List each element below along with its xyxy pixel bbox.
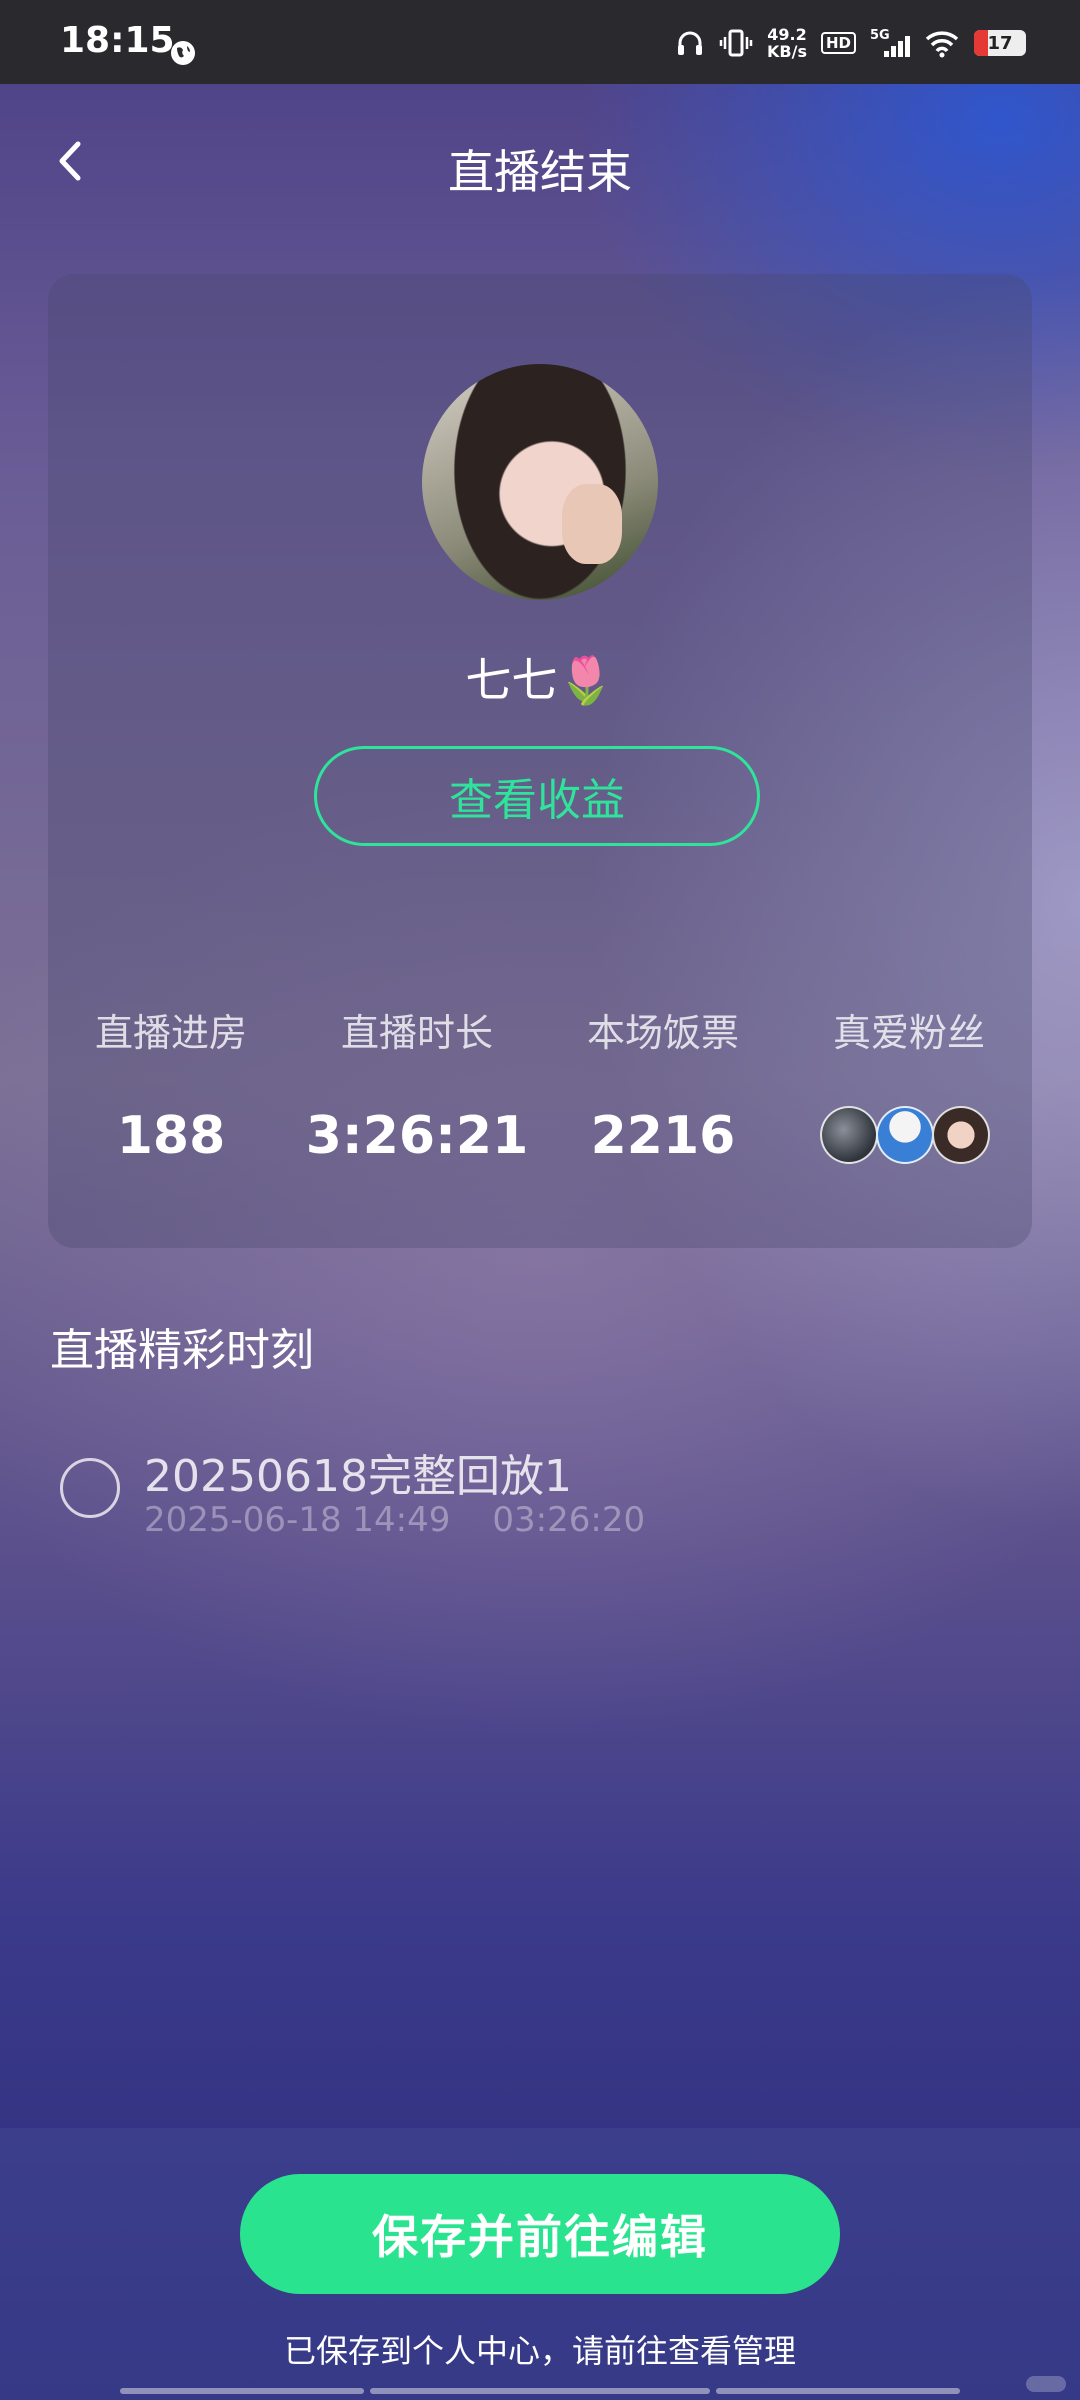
status-icons: 49.2 KB/s HD 5G 17	[675, 26, 1026, 60]
streamer-name: 七七🌷	[465, 653, 615, 707]
stat-value: 188	[116, 1106, 226, 1166]
globe-icon	[171, 41, 195, 65]
clip-title[interactable]: 20250618完整回放1	[144, 1440, 572, 1504]
fan-avatar[interactable]	[820, 1106, 878, 1164]
clip-duration: 03:26:20	[492, 1500, 646, 1540]
status-time: 18:15	[60, 20, 175, 61]
stat-label: 直播进房	[94, 1011, 247, 1055]
clip-select-radio[interactable]	[60, 1458, 120, 1518]
vibrate-icon	[719, 29, 753, 57]
stat-label: 真爱粉丝	[832, 1011, 985, 1055]
network-speed-unit: KB/s	[767, 42, 807, 61]
battery-level: 17	[987, 32, 1013, 54]
stat-label: 直播时长	[340, 1011, 493, 1055]
stat-room-entries: 直播进房	[48, 1002, 294, 1057]
stat-meal-tickets: 本场饭票	[540, 1002, 786, 1057]
stat-top-fans[interactable]: 真爱粉丝	[786, 1002, 1032, 1057]
stat-value: 3:26:21	[305, 1106, 529, 1166]
network-speed-value: 49.2	[767, 25, 807, 44]
fan-avatar[interactable]	[932, 1106, 990, 1164]
stream-summary-card: 七七🌷 查看收益 直播进房 直播时长 本场饭票 真爱粉丝 188 3:26:21…	[48, 274, 1032, 1248]
view-earnings-button[interactable]: 查看收益	[314, 746, 760, 846]
header: 直播结束	[0, 84, 1080, 244]
page-title: 直播结束	[448, 145, 632, 199]
headphones-icon	[678, 31, 703, 55]
save-note: 已保存到个人中心，请前往查看管理	[283, 2332, 796, 2370]
stat-value: 2216	[590, 1106, 736, 1166]
network-type-label: 5G	[870, 28, 890, 43]
signal-icon: 5G	[870, 28, 910, 57]
save-and-edit-button[interactable]: 保存并前往编辑	[240, 2174, 840, 2294]
clip-meta: 2025-06-18 14:49 03:26:20	[144, 1500, 645, 1540]
network-speed: 49.2 KB/s	[767, 26, 807, 60]
fan-avatar[interactable]	[876, 1106, 934, 1164]
status-bar: 18:15 49.2 KB/s HD 5G 17	[0, 0, 1080, 84]
clip-date: 2025-06-18 14:49	[144, 1500, 451, 1540]
watermark	[1026, 2376, 1066, 2392]
wifi-icon	[925, 31, 959, 58]
top-fans-avatars[interactable]	[820, 1106, 1020, 1166]
home-indicator	[120, 2388, 960, 2394]
streamer-avatar[interactable]	[422, 364, 658, 600]
hd-badge: HD	[820, 32, 856, 54]
stat-label: 本场饭票	[586, 1011, 739, 1055]
highlights-title: 直播精彩时刻	[50, 1325, 314, 1376]
stat-duration: 直播时长	[294, 1002, 540, 1057]
battery-icon: 17	[974, 30, 1026, 56]
